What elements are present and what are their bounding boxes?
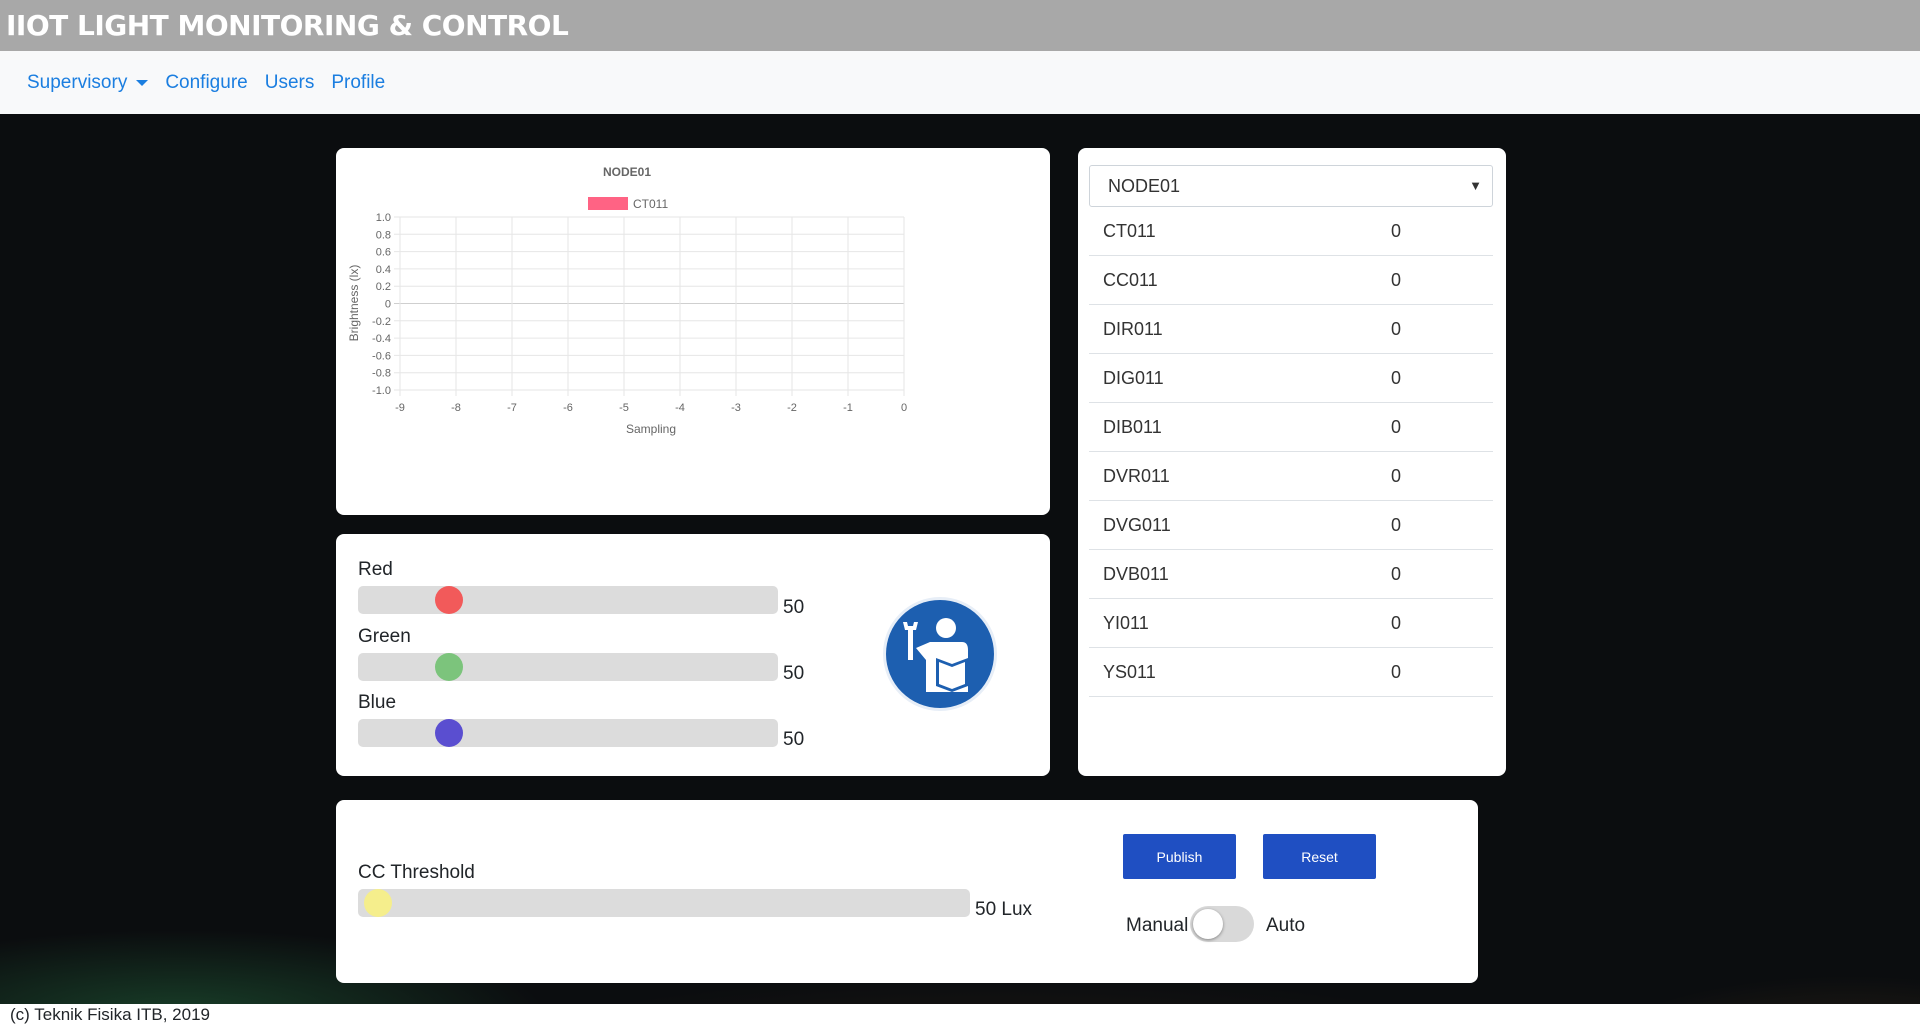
mode-toggle-knob[interactable] — [1193, 909, 1223, 939]
row-name: DIR011 — [1103, 319, 1163, 339]
row-value: 0 — [1391, 613, 1402, 633]
rgb-slider-card: Red 50 Green 50 Blue 50 — [336, 534, 1050, 776]
threshold-slider[interactable] — [358, 889, 970, 917]
green-slider-thumb[interactable] — [434, 653, 463, 681]
x-tick-label: -9 — [395, 402, 405, 414]
blue-slider[interactable] — [358, 719, 778, 747]
x-tick-label: -3 — [731, 402, 741, 414]
y-tick-label: -0.2 — [372, 316, 391, 328]
table-row: DVR011 0 — [1089, 452, 1493, 501]
reset-button[interactable]: Reset — [1263, 834, 1376, 879]
row-value: 0 — [1391, 564, 1402, 584]
row-value: 0 — [1391, 662, 1402, 682]
row-value: 0 — [1391, 417, 1402, 437]
row-value: 0 — [1391, 221, 1402, 241]
nav-supervisory-label: Supervisory — [27, 71, 128, 93]
row-name: DVG011 — [1103, 515, 1171, 535]
brightness-chart: 1.0 0.8 0.6 0.4 0.2 0 -0.2 -0.4 -0.6 -0.8 -1.0 -9 -8… — [347, 165, 907, 436]
threshold-card: CC Threshold 50 Lux Publish Reset Manual… — [336, 800, 1478, 983]
x-tick-label: -8 — [451, 402, 461, 414]
x-tick-label: -7 — [507, 402, 517, 414]
x-axis-label: Sampling — [626, 422, 676, 436]
footer: (c) Teknik Fisika ITB, 2019 — [0, 1004, 1920, 1025]
table-row: CT011 0 — [1089, 207, 1493, 256]
chart-card: 1.0 0.8 0.6 0.4 0.2 0 -0.2 -0.4 -0.6 -0.8 -1.0 -9 -8… — [336, 148, 1050, 515]
table-row: YI011 0 — [1089, 599, 1493, 648]
manual-label: Manual — [1126, 915, 1189, 936]
green-label: Green — [358, 626, 411, 647]
nav-supervisory[interactable]: Supervisory — [27, 71, 149, 94]
table-row: CC011 0 — [1089, 256, 1493, 305]
chevron-down-icon — [136, 79, 149, 86]
red-slider-thumb[interactable] — [434, 586, 463, 614]
y-tick-label: 0 — [385, 299, 391, 311]
x-tick-label: -5 — [619, 402, 629, 414]
y-tick-label: -1.0 — [372, 385, 391, 397]
row-name: DIG011 — [1103, 368, 1164, 388]
node-values-card: NODE01 ▼ CT011 0 CC011 0 DIR011 0 DIG011 0 DIB01… — [1078, 148, 1506, 776]
row-name: DIB011 — [1103, 417, 1162, 437]
nav-configure[interactable]: Configure — [165, 72, 247, 94]
x-tick-label: -4 — [675, 402, 685, 414]
legend-label: CT011 — [633, 197, 668, 211]
y-axis-label: Brightness (lx) — [347, 265, 361, 342]
navbar: Supervisory Configure Users Profile — [0, 51, 1920, 114]
nav-profile[interactable]: Profile — [331, 72, 385, 94]
y-tick-label: -0.4 — [372, 333, 391, 345]
auto-label: Auto — [1266, 915, 1306, 936]
row-name: CT011 — [1103, 221, 1156, 241]
table-row: DIG011 0 — [1089, 354, 1493, 403]
blue-label: Blue — [358, 692, 397, 713]
mechanic-icon — [886, 600, 994, 708]
y-tick-label: 0.6 — [376, 247, 391, 259]
row-value: 0 — [1391, 515, 1402, 535]
red-value: 50 — [783, 597, 805, 618]
row-value: 0 — [1391, 466, 1402, 486]
row-name: DVR011 — [1103, 466, 1170, 486]
y-tick-label: -0.8 — [372, 368, 391, 380]
table-row: DIR011 0 — [1089, 305, 1493, 354]
row-value: 0 — [1391, 319, 1402, 339]
green-slider[interactable] — [358, 653, 778, 681]
table-row: DVB011 0 — [1089, 550, 1493, 599]
nav-users[interactable]: Users — [265, 72, 315, 94]
y-tick-label: 0.8 — [376, 229, 391, 241]
row-name: DVB011 — [1103, 564, 1169, 584]
threshold-slider-thumb[interactable] — [364, 889, 392, 917]
y-tick-label: 1.0 — [376, 212, 391, 224]
row-name: YI011 — [1103, 613, 1149, 633]
y-tick-label: 0.2 — [376, 281, 391, 293]
y-tick-label: 0.4 — [376, 264, 391, 276]
y-tick-label: -0.6 — [372, 350, 391, 362]
row-value: 0 — [1391, 368, 1402, 388]
legend-swatch — [588, 197, 628, 210]
table-row: YS011 0 — [1089, 648, 1493, 697]
row-value: 0 — [1391, 270, 1402, 290]
dropdown-arrow-icon: ▼ — [1469, 178, 1482, 193]
table-row: DIB011 0 — [1089, 403, 1493, 452]
red-label: Red — [358, 559, 393, 580]
blue-value: 50 — [783, 729, 805, 750]
node-select[interactable]: NODE01 ▼ — [1089, 165, 1493, 207]
green-value: 50 — [783, 663, 805, 684]
node-select-value: NODE01 — [1108, 176, 1181, 196]
threshold-label: CC Threshold — [358, 862, 475, 883]
red-slider[interactable] — [358, 586, 778, 614]
chart-title: NODE01 — [603, 165, 651, 179]
app-title: IIOT LIGHT MONITORING & CONTROL — [0, 0, 1920, 51]
x-tick-label: -1 — [843, 402, 853, 414]
x-tick-label: 0 — [901, 402, 907, 414]
blue-slider-thumb[interactable] — [434, 719, 463, 747]
table-row: DVG011 0 — [1089, 501, 1493, 550]
row-name: CC011 — [1103, 270, 1158, 290]
publish-button[interactable]: Publish — [1123, 834, 1236, 879]
x-tick-label: -2 — [787, 402, 797, 414]
mode-toggle[interactable] — [1190, 906, 1254, 942]
threshold-value: 50 Lux — [975, 899, 1033, 920]
row-name: YS011 — [1103, 662, 1156, 682]
x-tick-label: -6 — [563, 402, 573, 414]
